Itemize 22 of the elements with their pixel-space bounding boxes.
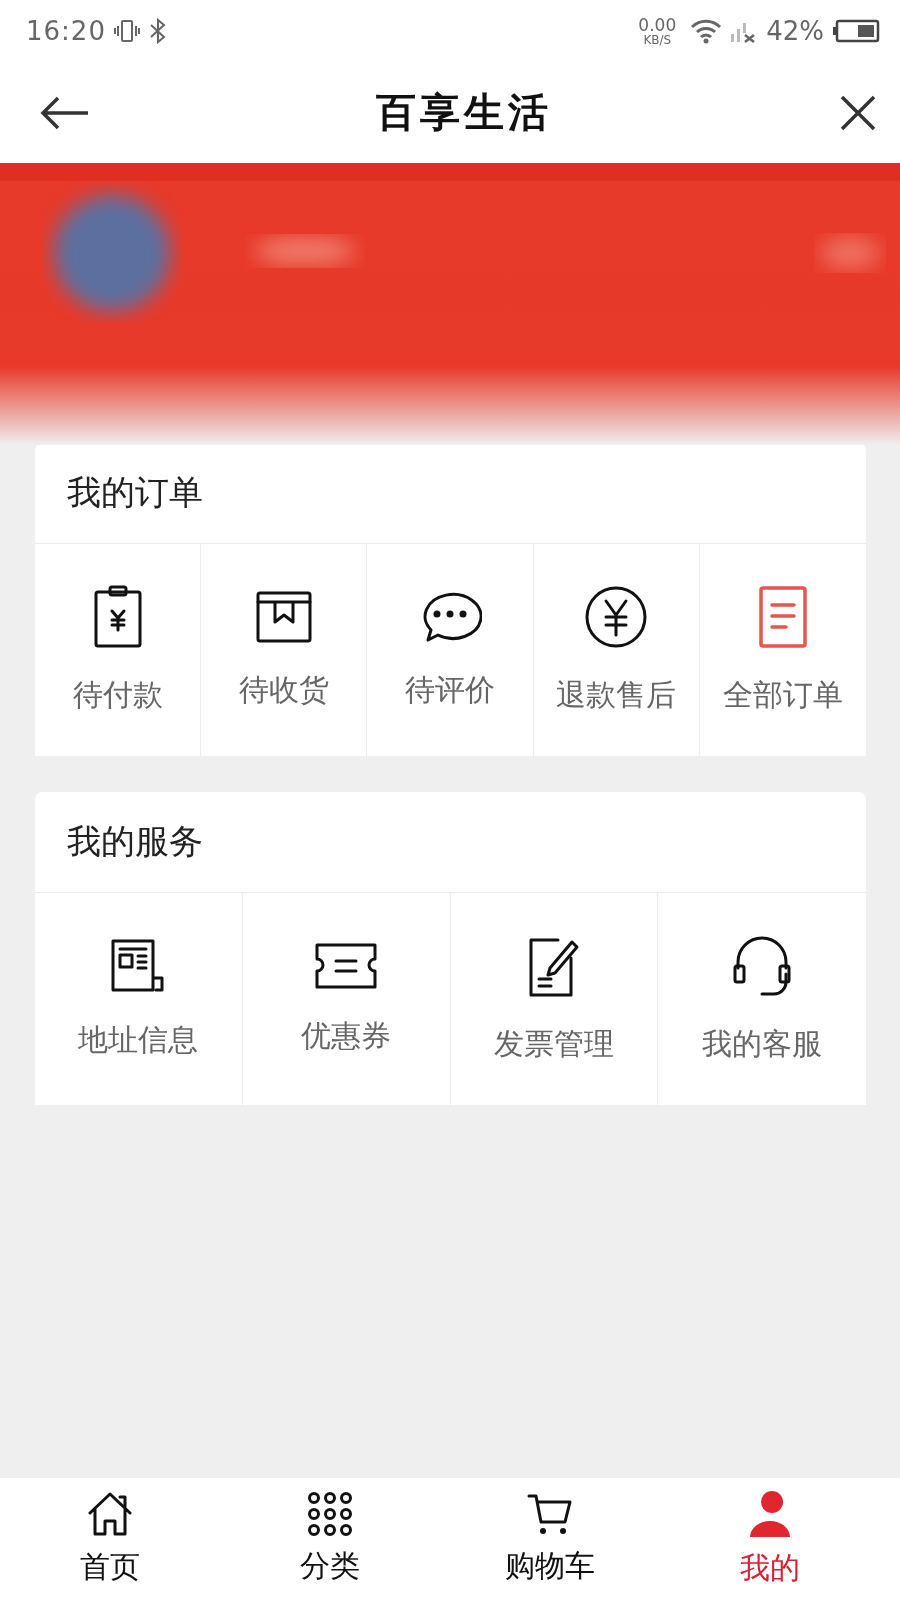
- home-icon: [86, 1490, 134, 1537]
- tab[interactable]: 首页: [0, 1478, 220, 1600]
- box-icon: [254, 589, 313, 644]
- wifi-icon: [690, 18, 723, 44]
- battery-icon: [832, 19, 880, 43]
- newspaper-icon: [110, 937, 167, 994]
- grid-dots-icon: [308, 1491, 352, 1536]
- tab[interactable]: 我的: [660, 1478, 880, 1600]
- network-speed: 0.00: [638, 16, 677, 34]
- page-title: 百享生活: [376, 87, 552, 137]
- back-button[interactable]: [40, 94, 90, 131]
- person-icon: [748, 1489, 792, 1538]
- vibrate-icon: [113, 18, 140, 44]
- ticket-icon: [314, 941, 379, 990]
- tab[interactable]: 分类: [220, 1478, 440, 1600]
- tab[interactable]: 购物车: [440, 1478, 660, 1600]
- yuan-coin-icon: [584, 584, 649, 649]
- network-unit: KB/S: [643, 33, 672, 46]
- clipboard-icon: [92, 584, 143, 649]
- status-time: 16:20: [26, 16, 106, 46]
- battery-percent: 42%: [766, 16, 824, 46]
- document-icon: [757, 584, 808, 649]
